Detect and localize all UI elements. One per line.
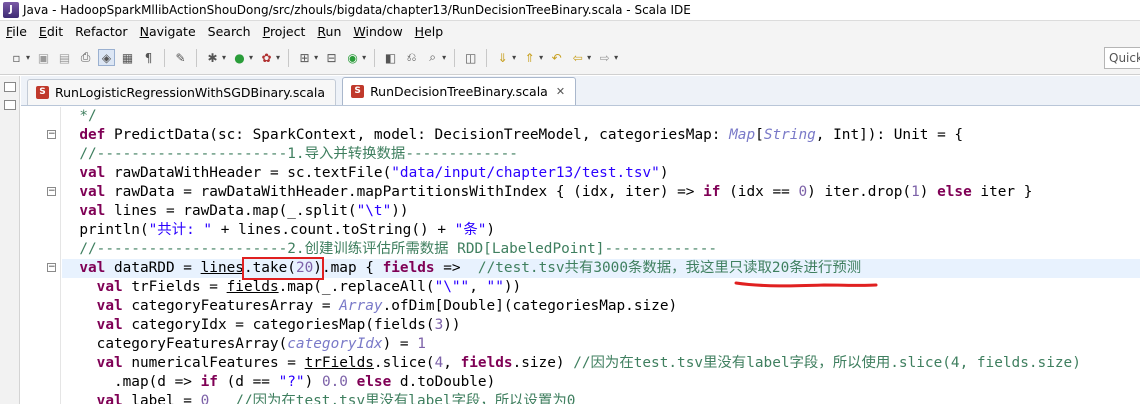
menu-search[interactable]: Search bbox=[202, 24, 257, 39]
red-underline-annotation bbox=[734, 281, 878, 288]
fold-collapse-icon[interactable]: − bbox=[47, 187, 56, 196]
scala-file-icon: S bbox=[351, 85, 365, 98]
open-type-icon[interactable]: ◧ bbox=[382, 49, 399, 66]
print-icon[interactable]: ⎙ bbox=[77, 49, 94, 66]
skip-breakpoints-icon[interactable]: ✎ bbox=[172, 49, 189, 66]
fold-collapse-icon[interactable]: − bbox=[47, 130, 56, 139]
menu-project[interactable]: Project bbox=[257, 24, 312, 39]
code-line: val categoryFeaturesArray = Array.ofDim[… bbox=[96, 298, 678, 314]
code-line: val label = 0 //因为在test.tsv里没有label字段，所以… bbox=[96, 393, 576, 404]
tab-label: RunDecisionTreeBinary.scala bbox=[370, 84, 548, 99]
main-toolbar: ▫ ▾ ▣ ▤ ⎙ ◈ ▦ ¶ ✎ ✱ ▾ ● ▾ ✿ ▾ ⊞ ▾ ⊟ ◉ ▾ ◧ ⎌ ⌕ ▾… bbox=[0, 41, 1140, 75]
window-title: Java - HadoopSparkMllibActionShouDong/sr… bbox=[23, 3, 691, 17]
eclipse-java-icon: J bbox=[3, 2, 19, 18]
last-edit-location-icon[interactable]: ↶ bbox=[548, 49, 565, 66]
code-line: categoryFeaturesArray(categoryIdx) = 1 bbox=[62, 336, 426, 352]
code-line: val categoryIdx = categoriesMap(fields(3… bbox=[96, 317, 461, 333]
new-dropdown-icon[interactable]: ▾ bbox=[26, 53, 30, 62]
menu-edit[interactable]: Edit bbox=[33, 24, 69, 39]
open-perspective-icon[interactable]: ◫ bbox=[462, 49, 479, 66]
code-line-current: val dataRDD = lines.take(20).map { field… bbox=[62, 257, 1140, 280]
new-class-icon[interactable]: ◉ bbox=[344, 49, 361, 66]
save-icon[interactable]: ▣ bbox=[35, 49, 52, 66]
restore-view-icon[interactable] bbox=[4, 82, 16, 92]
code-line: val numericalFeatures = trFields.slice(4… bbox=[96, 355, 1081, 371]
debug-icon[interactable]: ✱ bbox=[204, 49, 221, 66]
new-project-dropdown-icon[interactable]: ▾ bbox=[314, 53, 318, 62]
open-task-icon[interactable]: ⎌ bbox=[403, 49, 420, 66]
forward-dropdown-icon[interactable]: ▾ bbox=[614, 53, 618, 62]
previous-annotation-dropdown-icon[interactable]: ▾ bbox=[539, 53, 543, 62]
menu-file[interactable]: File bbox=[0, 24, 33, 39]
next-annotation-icon[interactable]: ⇓ bbox=[494, 49, 511, 66]
toolbar-separator bbox=[454, 48, 456, 67]
highlight-box: .take(20) bbox=[241, 257, 324, 280]
new-class-dropdown-icon[interactable]: ▾ bbox=[362, 53, 366, 62]
menu-refactor[interactable]: Refactor bbox=[69, 24, 133, 39]
toggle-block-selection-icon[interactable]: ▦ bbox=[119, 49, 136, 66]
new-icon[interactable]: ▫ bbox=[8, 49, 25, 66]
scala-file-icon: S bbox=[36, 86, 49, 99]
back-dropdown-icon[interactable]: ▾ bbox=[587, 53, 591, 62]
code-line: println("共计: " + lines.count.toString() … bbox=[62, 222, 496, 238]
run-icon[interactable]: ● bbox=[231, 49, 248, 66]
back-icon[interactable]: ⇦ bbox=[569, 49, 586, 66]
tab-label: RunLogisticRegressionWithSGDBinary.scala bbox=[55, 85, 326, 100]
forward-icon[interactable]: ⇨ bbox=[596, 49, 613, 66]
tab-runlogisticregression[interactable]: S RunLogisticRegressionWithSGDBinary.sca… bbox=[27, 79, 337, 105]
search-icon[interactable]: ⌕ bbox=[424, 49, 441, 66]
code-line: val rawDataWithHeader = sc.textFile("dat… bbox=[79, 165, 669, 181]
fold-collapse-icon[interactable]: − bbox=[47, 263, 56, 272]
toggle-mark-occurrences-icon[interactable]: ◈ bbox=[98, 49, 116, 66]
menu-run[interactable]: Run bbox=[311, 24, 347, 39]
tab-rundecisiontree[interactable]: S RunDecisionTreeBinary.scala ✕ bbox=[342, 77, 577, 105]
code-line: .map(d => if (d == "?") 0.0 else d.toDou… bbox=[62, 374, 496, 390]
code-editor[interactable]: */ def PredictData(sc: SparkContext, mod… bbox=[62, 107, 1140, 404]
new-package-icon[interactable]: ⊟ bbox=[323, 49, 340, 66]
editor-gutter bbox=[21, 107, 43, 404]
menu-window[interactable]: Window bbox=[347, 24, 408, 39]
package-explorer-icon[interactable] bbox=[4, 100, 16, 110]
external-tools-dropdown-icon[interactable]: ▾ bbox=[276, 53, 280, 62]
menu-navigate[interactable]: Navigate bbox=[134, 24, 202, 39]
toolbar-separator bbox=[196, 48, 198, 67]
toolbar-separator bbox=[288, 48, 290, 67]
toolbar-separator bbox=[164, 48, 166, 67]
debug-dropdown-icon[interactable]: ▾ bbox=[222, 53, 226, 62]
quick-access-input[interactable]: Quick bbox=[1104, 47, 1140, 69]
folding-ruler bbox=[43, 107, 61, 404]
menu-help[interactable]: Help bbox=[409, 24, 450, 39]
toolbar-separator bbox=[486, 48, 488, 67]
previous-annotation-icon[interactable]: ⇑ bbox=[521, 49, 538, 66]
save-all-icon[interactable]: ▤ bbox=[56, 49, 73, 66]
window-titlebar: J Java - HadoopSparkMllibActionShouDong/… bbox=[0, 0, 1140, 21]
show-whitespace-icon[interactable]: ¶ bbox=[140, 49, 157, 66]
code-line: */ bbox=[62, 108, 97, 124]
editor-tab-bar: S RunLogisticRegressionWithSGDBinary.sca… bbox=[21, 76, 1140, 106]
minimized-views-strip bbox=[0, 76, 20, 404]
code-line: def PredictData(sc: SparkContext, model:… bbox=[79, 127, 964, 143]
code-line: val lines = rawData.map(_.split("\t")) bbox=[79, 203, 409, 219]
code-line: //----------------------2.创建训练评估所需数据 RDD… bbox=[62, 241, 718, 257]
code-line: //----------------------1.导入并转换数据-------… bbox=[62, 146, 518, 162]
code-line: val trFields = fields.map(_.replaceAll("… bbox=[96, 279, 522, 295]
run-dropdown-icon[interactable]: ▾ bbox=[249, 53, 253, 62]
new-java-project-icon[interactable]: ⊞ bbox=[296, 49, 313, 66]
toolbar-separator bbox=[374, 48, 376, 67]
code-line: val rawData = rawDataWithHeader.mapParti… bbox=[79, 184, 1033, 200]
next-annotation-dropdown-icon[interactable]: ▾ bbox=[512, 53, 516, 62]
external-tools-icon[interactable]: ✿ bbox=[258, 49, 275, 66]
search-dropdown-icon[interactable]: ▾ bbox=[442, 53, 446, 62]
close-tab-icon[interactable]: ✕ bbox=[556, 85, 565, 98]
menu-bar: File Edit Refactor Navigate Search Proje… bbox=[0, 21, 1140, 41]
